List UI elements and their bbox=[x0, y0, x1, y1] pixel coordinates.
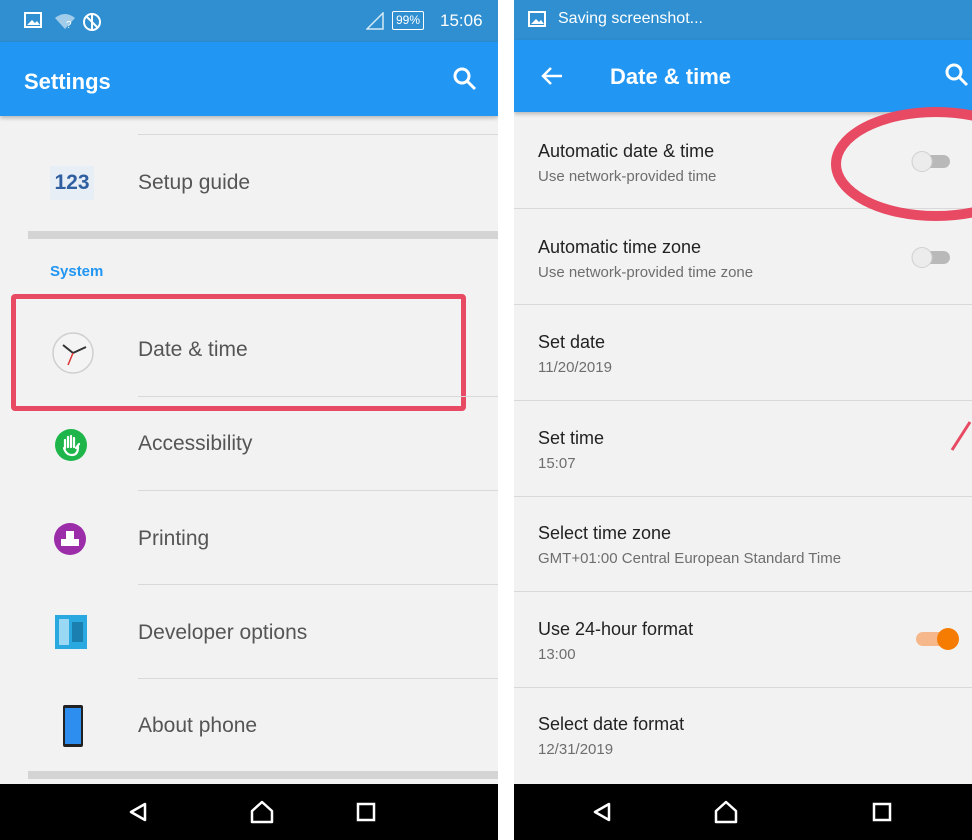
recent-apps-icon bbox=[872, 802, 892, 822]
list-item-label: Developer options bbox=[138, 621, 308, 644]
accessibility-icon bbox=[55, 429, 87, 461]
page-title: Settings bbox=[24, 69, 111, 94]
setting-title: Use 24-hour format bbox=[538, 619, 694, 639]
back-icon bbox=[129, 802, 147, 822]
setting-summary: Use network-provided time bbox=[538, 168, 717, 185]
section-header-system: System bbox=[50, 263, 104, 280]
annotation-stroke bbox=[950, 421, 972, 451]
home-button[interactable] bbox=[686, 784, 766, 840]
back-arrow-icon[interactable] bbox=[540, 65, 564, 87]
phone-icon bbox=[63, 705, 83, 747]
divider bbox=[138, 584, 498, 585]
list-item-label: Setup guide bbox=[138, 171, 251, 194]
setting-summary: 13:00 bbox=[538, 646, 576, 663]
clock-time: 15:06 bbox=[440, 11, 483, 30]
battery-indicator: 99% bbox=[392, 11, 425, 30]
setting-title: Automatic time zone bbox=[538, 237, 702, 257]
data-saver-icon bbox=[83, 13, 101, 31]
list-item-label: Accessibility bbox=[138, 432, 253, 455]
setting-title: Set time bbox=[538, 428, 605, 448]
setting-title: Set date bbox=[538, 332, 606, 352]
printer-icon bbox=[54, 523, 86, 555]
setting-summary: Use network-provided time zone bbox=[538, 264, 754, 281]
setting-title: Automatic date & time bbox=[538, 141, 715, 161]
back-icon bbox=[593, 802, 611, 822]
divider bbox=[514, 304, 972, 305]
divider bbox=[138, 490, 498, 491]
app-bar: Settings bbox=[0, 42, 498, 116]
back-button[interactable] bbox=[562, 784, 642, 840]
settings-screen: ? 99% 15:06 Settings 123 Setup guide Sys… bbox=[0, 0, 498, 840]
page-title: Date & time bbox=[610, 64, 732, 89]
setup-guide-icon: 123 bbox=[50, 166, 94, 200]
divider bbox=[138, 396, 498, 397]
image-notification-icon bbox=[528, 11, 546, 27]
status-bar: Saving screenshot... bbox=[514, 0, 972, 40]
search-icon[interactable] bbox=[942, 60, 972, 90]
navigation-bar bbox=[514, 784, 972, 840]
divider bbox=[138, 678, 498, 679]
setting-summary: 12/31/2019 bbox=[538, 741, 614, 758]
back-button[interactable] bbox=[98, 784, 178, 840]
image-notification-icon bbox=[24, 12, 42, 28]
recent-apps-icon bbox=[356, 802, 376, 822]
date-time-screen: Saving screenshot... Date & time Automat… bbox=[514, 0, 972, 840]
highlight-rectangle bbox=[11, 294, 466, 411]
setting-title: Select time zone bbox=[538, 523, 672, 543]
list-item-label: Printing bbox=[138, 527, 210, 550]
recent-apps-button[interactable] bbox=[842, 784, 922, 840]
signal-icon bbox=[366, 12, 384, 30]
setting-summary: GMT+01:00 Central European Standard Time bbox=[538, 550, 842, 567]
navigation-bar bbox=[0, 784, 498, 840]
home-button[interactable] bbox=[222, 784, 302, 840]
use-24-hour-format-toggle[interactable] bbox=[914, 626, 964, 652]
notification-text: Saving screenshot... bbox=[558, 10, 703, 27]
home-icon bbox=[250, 800, 274, 824]
search-icon[interactable] bbox=[450, 64, 480, 94]
developer-icon bbox=[55, 615, 87, 649]
list-item-label: About phone bbox=[138, 714, 258, 737]
divider bbox=[514, 400, 972, 401]
highlight-circle bbox=[831, 107, 972, 221]
divider bbox=[514, 687, 972, 688]
setting-title: Select date format bbox=[538, 714, 685, 734]
setting-summary: 15:07 bbox=[538, 455, 576, 472]
svg-text:?: ? bbox=[66, 20, 72, 30]
recent-apps-button[interactable] bbox=[326, 784, 406, 840]
status-bar: ? 99% 15:06 bbox=[0, 0, 498, 42]
divider bbox=[138, 134, 498, 135]
section-divider bbox=[28, 231, 498, 239]
section-divider bbox=[28, 771, 498, 779]
home-icon bbox=[714, 800, 738, 824]
setting-summary: 11/20/2019 bbox=[538, 359, 612, 376]
divider bbox=[514, 591, 972, 592]
divider bbox=[514, 496, 972, 497]
wifi-icon: ? bbox=[55, 14, 75, 30]
